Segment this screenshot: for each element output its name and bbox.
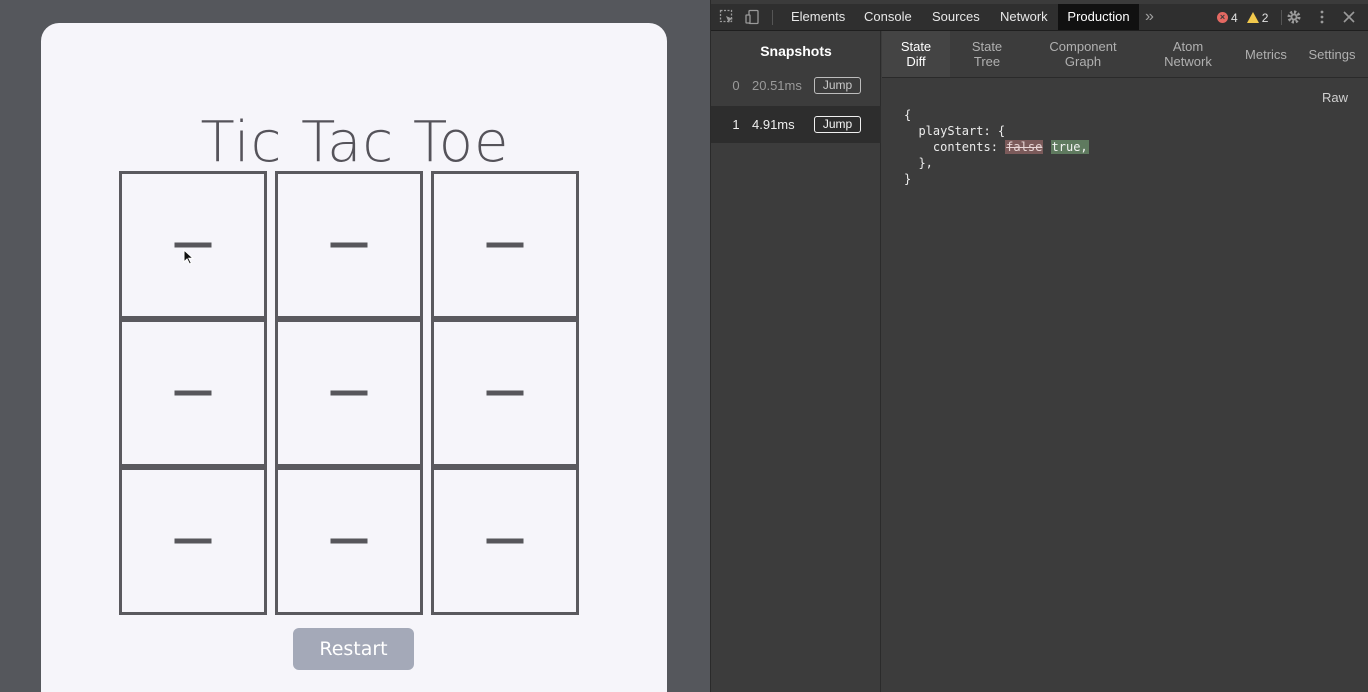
board-cell[interactable] bbox=[275, 319, 423, 467]
tab-settings[interactable]: Settings bbox=[1298, 31, 1366, 77]
diff-field: contents: bbox=[932, 140, 998, 154]
board-cell[interactable] bbox=[431, 171, 579, 319]
issues-counter[interactable]: × 4 2 bbox=[1217, 10, 1268, 25]
game-board bbox=[41, 23, 667, 683]
empty-mark-icon bbox=[330, 242, 368, 248]
tab-elements[interactable]: Elements bbox=[783, 4, 853, 30]
error-icon: × bbox=[1217, 12, 1228, 23]
snapshot-row[interactable]: 1 4.91ms Jump bbox=[711, 106, 881, 143]
devtools-body: Snapshots 0 20.51ms Jump 1 4.91ms Jump S… bbox=[711, 31, 1368, 692]
devtools-toolbar: Elements Console Sources Network Product… bbox=[711, 4, 1368, 31]
inspect-element-icon[interactable] bbox=[719, 9, 735, 25]
tab-metrics[interactable]: Metrics bbox=[1234, 31, 1298, 77]
warning-icon bbox=[1246, 12, 1259, 23]
board-cell[interactable] bbox=[119, 319, 267, 467]
jump-button[interactable]: Jump bbox=[814, 77, 861, 94]
diff-line: { bbox=[904, 108, 912, 122]
more-options-icon[interactable] bbox=[1314, 9, 1330, 25]
snapshot-row[interactable]: 0 20.51ms Jump bbox=[711, 67, 881, 104]
restart-button[interactable]: Restart bbox=[293, 628, 414, 670]
board-cell[interactable] bbox=[431, 467, 579, 615]
toolbar-divider bbox=[1281, 10, 1282, 25]
snapshots-panel: Snapshots 0 20.51ms Jump 1 4.91ms Jump bbox=[711, 31, 881, 692]
tab-production[interactable]: Production bbox=[1058, 4, 1139, 30]
snapshot-index: 1 bbox=[732, 117, 740, 132]
diff-line: } bbox=[904, 172, 912, 186]
empty-mark-icon bbox=[330, 538, 368, 544]
snapshot-index: 0 bbox=[732, 78, 740, 93]
warning-count: 2 bbox=[1261, 10, 1269, 25]
diff-key: playStart: { bbox=[918, 124, 1006, 138]
state-diff-code: { playStart: { contents: false true, }, … bbox=[904, 107, 1089, 187]
tab-state-tree[interactable]: State Tree bbox=[950, 31, 1024, 77]
empty-mark-icon bbox=[486, 242, 524, 248]
tab-component-graph[interactable]: Component Graph bbox=[1024, 31, 1142, 77]
snapshot-time: 4.91ms bbox=[752, 117, 795, 132]
app-viewport: Tic Tac Toe Restart bbox=[0, 0, 710, 692]
snapshots-title: Snapshots bbox=[760, 43, 832, 59]
tab-state-diff[interactable]: State Diff bbox=[882, 31, 950, 77]
mouse-cursor-icon bbox=[183, 249, 195, 265]
empty-mark-icon bbox=[174, 538, 212, 544]
board-cell[interactable] bbox=[275, 171, 423, 319]
diff-line: }, bbox=[918, 156, 933, 170]
diff-tab-bar: State Diff State Tree Component Graph Atom N… bbox=[882, 31, 1368, 78]
gear-icon[interactable] bbox=[1286, 9, 1302, 25]
board-cell[interactable] bbox=[431, 319, 579, 467]
tab-network[interactable]: Network bbox=[992, 4, 1056, 30]
board-cell[interactable] bbox=[275, 467, 423, 615]
devtools-panel: Elements Console Sources Network Product… bbox=[710, 0, 1368, 692]
close-icon[interactable] bbox=[1341, 9, 1357, 25]
board-cell[interactable] bbox=[119, 467, 267, 615]
game-card: Tic Tac Toe Restart bbox=[41, 23, 667, 692]
empty-mark-icon bbox=[174, 242, 212, 248]
empty-mark-icon bbox=[486, 538, 524, 544]
error-count: 4 bbox=[1231, 10, 1238, 25]
tab-atom-network[interactable]: Atom Network bbox=[1142, 31, 1234, 77]
empty-mark-icon bbox=[174, 390, 212, 396]
more-tabs-chevron-icon[interactable]: » bbox=[1145, 4, 1154, 30]
raw-toggle[interactable]: Raw bbox=[1322, 90, 1348, 105]
board-cell[interactable] bbox=[119, 171, 267, 319]
diff-added-value: true, bbox=[1050, 140, 1089, 154]
tab-console[interactable]: Console bbox=[856, 4, 920, 30]
device-toggle-icon[interactable] bbox=[745, 9, 761, 25]
state-diff-panel: State Diff State Tree Component Graph Atom N… bbox=[882, 31, 1368, 692]
empty-mark-icon bbox=[486, 390, 524, 396]
empty-mark-icon bbox=[330, 390, 368, 396]
snapshot-time: 20.51ms bbox=[752, 78, 802, 93]
tab-sources[interactable]: Sources bbox=[924, 4, 988, 30]
toolbar-divider bbox=[772, 10, 773, 25]
diff-removed-value: false bbox=[1005, 140, 1044, 154]
jump-button[interactable]: Jump bbox=[814, 116, 861, 133]
